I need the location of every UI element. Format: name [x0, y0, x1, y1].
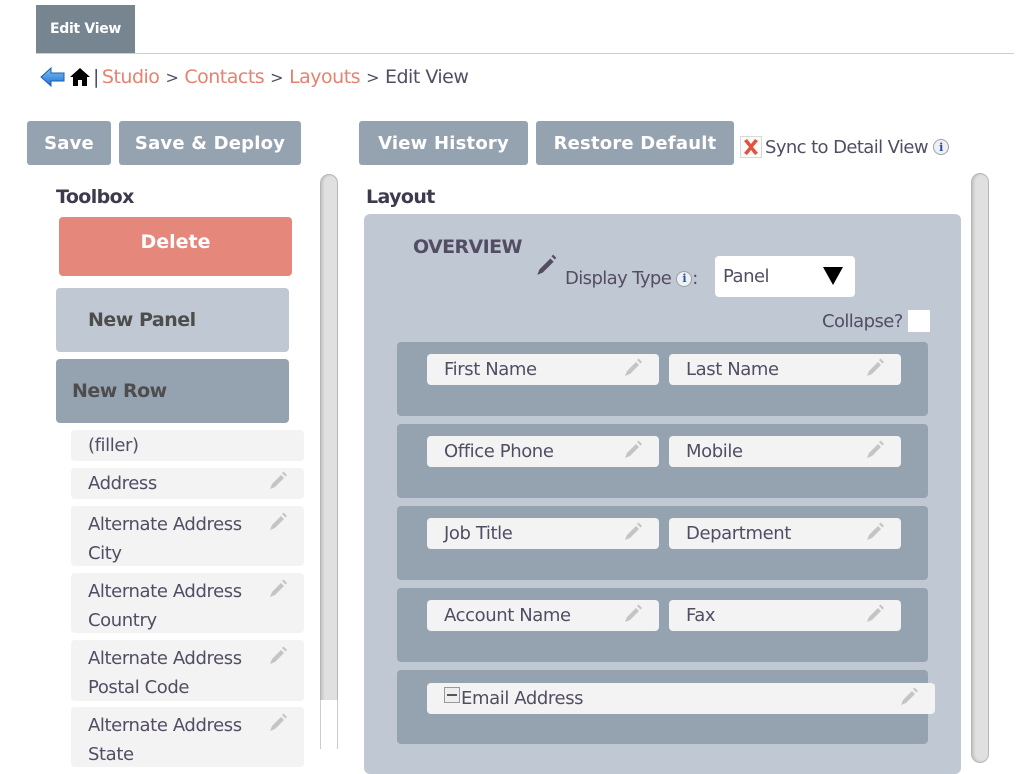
breadcrumb-separator: > — [270, 67, 284, 87]
field-label: Fax — [686, 605, 716, 626]
delete-drop-target[interactable]: Delete — [59, 217, 292, 276]
toolbox-scrollbar[interactable] — [320, 174, 338, 708]
collapse-checkbox[interactable] — [907, 310, 930, 332]
layout-title: Layout — [366, 186, 435, 208]
collapse-label: Collapse? — [822, 310, 903, 332]
toolbox-field-filler[interactable]: (filler) — [71, 430, 304, 461]
toolbox-field-label: Alternate Address State — [88, 715, 242, 765]
breadcrumb-layouts[interactable]: Layouts — [289, 66, 361, 88]
layout-scrollbar[interactable] — [971, 173, 989, 763]
pencil-icon[interactable] — [266, 579, 288, 601]
field-label: Email Address — [461, 688, 584, 709]
home-icon[interactable] — [69, 67, 91, 87]
sync-to-detail-view: Sync to Detail View i — [740, 135, 949, 159]
save-deploy-button[interactable]: Save & Deploy — [119, 121, 301, 165]
layout-row[interactable]: Email Address — [397, 670, 935, 744]
new-row-item[interactable]: New Row — [56, 359, 289, 423]
shrink-field-icon[interactable] — [444, 686, 460, 703]
field-label: First Name — [444, 359, 537, 380]
save-button[interactable]: Save — [27, 121, 111, 165]
layout-row[interactable]: Account Name Fax — [397, 588, 928, 662]
field-label: Last Name — [686, 359, 779, 380]
breadcrumb: | Studio > Contacts > Layouts > Edit Vie… — [40, 64, 469, 90]
x-mark-icon — [744, 139, 758, 155]
pencil-icon[interactable] — [621, 522, 643, 544]
pencil-icon[interactable] — [266, 512, 288, 534]
toolbox-title: Toolbox — [56, 186, 134, 208]
toolbox-field-label: Address — [88, 473, 157, 494]
panel-name: OVERVIEW — [413, 236, 522, 258]
toolbox-field-alt-state[interactable]: Alternate Address State — [71, 707, 304, 767]
pencil-icon[interactable] — [897, 687, 919, 709]
display-type-value: Panel — [723, 266, 770, 287]
field-label: Job Title — [444, 523, 513, 544]
info-icon[interactable]: i — [932, 139, 949, 155]
layout-field[interactable]: Mobile — [669, 436, 901, 467]
pencil-icon[interactable] — [621, 440, 643, 462]
pencil-icon[interactable] — [863, 440, 885, 462]
new-panel-item[interactable]: New Panel — [56, 288, 289, 352]
field-label: Office Phone — [444, 441, 554, 462]
layout-field[interactable]: Account Name — [427, 600, 659, 631]
pencil-icon[interactable] — [863, 604, 885, 626]
layout-field[interactable]: Office Phone — [427, 436, 659, 467]
toolbox-field-label: Alternate Address City — [88, 514, 242, 564]
view-history-button[interactable]: View History — [359, 121, 528, 165]
toolbox-field-label: Alternate Address Country — [88, 581, 242, 631]
pencil-icon[interactable] — [266, 471, 288, 493]
pencil-icon[interactable] — [863, 522, 885, 544]
layout-field[interactable]: Fax — [669, 600, 901, 631]
breadcrumb-separator: > — [165, 67, 179, 87]
pencil-icon[interactable] — [621, 358, 643, 380]
pencil-icon[interactable] — [863, 358, 885, 380]
display-type-label: Display Type — [565, 268, 672, 289]
pencil-icon[interactable] — [621, 604, 643, 626]
pencil-icon[interactable] — [266, 713, 288, 735]
field-label: Account Name — [444, 605, 571, 626]
layout-row[interactable]: Office Phone Mobile — [397, 424, 928, 498]
collapse-toggle: Collapse? — [822, 310, 930, 332]
toolbox-scrollbar-track-end — [320, 700, 338, 749]
pencil-icon[interactable] — [266, 646, 288, 668]
layout-field[interactable]: Department — [669, 518, 901, 549]
toolbox-field-alt-postal-code[interactable]: Alternate Address Postal Code — [71, 640, 304, 701]
info-icon[interactable]: i — [676, 270, 693, 287]
breadcrumb-studio[interactable]: Studio — [102, 66, 160, 88]
back-arrow-icon[interactable] — [40, 67, 66, 87]
layout-field[interactable]: First Name — [427, 354, 659, 385]
display-type-select[interactable]: Panel — [715, 256, 855, 297]
dropdown-arrow-icon — [823, 267, 843, 285]
tab-edit-view[interactable]: Edit View — [36, 5, 135, 53]
layout-field[interactable]: Job Title — [427, 518, 659, 549]
field-label: Mobile — [686, 441, 743, 462]
layout-row[interactable]: First Name Last Name — [397, 342, 928, 416]
layout-field[interactable]: Last Name — [669, 354, 901, 385]
breadcrumb-current: Edit View — [384, 66, 469, 88]
restore-default-button[interactable]: Restore Default — [536, 121, 734, 165]
breadcrumb-contacts[interactable]: Contacts — [184, 66, 264, 88]
display-type-label-wrap: Display Type i : — [565, 268, 698, 289]
colon: : — [692, 268, 698, 289]
sync-label: Sync to Detail View — [765, 136, 929, 158]
breadcrumb-separator: > — [366, 67, 379, 87]
tab-bar: Edit View — [36, 5, 1014, 54]
edit-panel-name-icon[interactable] — [534, 253, 558, 277]
layout-row[interactable]: Job Title Department — [397, 506, 928, 580]
breadcrumb-divider: | — [93, 66, 99, 88]
toolbox-field-alt-country[interactable]: Alternate Address Country — [71, 573, 304, 633]
layout-field-wide[interactable]: Email Address — [427, 683, 935, 714]
toolbox-field-alt-city[interactable]: Alternate Address City — [71, 506, 304, 566]
field-label: Department — [686, 523, 791, 544]
toolbox-field-label: (filler) — [88, 435, 139, 456]
toolbox-field-address[interactable]: Address — [71, 468, 304, 499]
toolbox-field-label: Alternate Address Postal Code — [88, 648, 242, 698]
sync-checkbox[interactable] — [740, 136, 762, 158]
